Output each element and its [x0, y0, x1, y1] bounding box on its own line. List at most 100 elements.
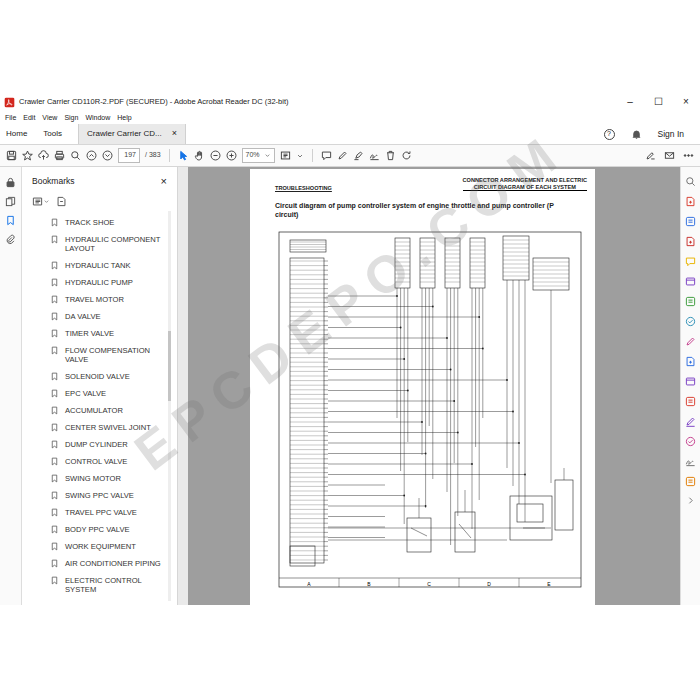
bookmark-item[interactable]: ELECTRIC CONTROL SYSTEM [50, 572, 163, 598]
grid-label: A [307, 581, 311, 587]
search-icon[interactable] [70, 150, 81, 161]
bookmark-item[interactable]: DUMP CYLINDER [50, 436, 163, 453]
sign-in-button[interactable]: Sign In [658, 128, 684, 141]
upload-icon[interactable] [38, 150, 49, 161]
zoom-in-icon[interactable] [226, 150, 237, 161]
select-arrow-icon[interactable] [178, 150, 189, 161]
page-up-icon[interactable] [86, 150, 97, 161]
bookmark-label: EPC VALVE [65, 389, 106, 398]
tool-shortcut-icon[interactable] [685, 276, 696, 287]
bookmark-item[interactable]: DA VALVE [50, 308, 163, 325]
bookmark-tag-icon[interactable] [56, 196, 67, 207]
bookmarks-header: Bookmarks× [22, 167, 177, 192]
close-panel-button[interactable]: × [161, 173, 167, 190]
hand-icon[interactable] [194, 150, 205, 161]
print-icon[interactable] [54, 150, 65, 161]
menu-item[interactable]: File [5, 113, 16, 124]
tab-close-button[interactable]: × [172, 127, 177, 141]
tab-bar: HomeTools Crawler Carrier CD...×? Sign In [0, 124, 700, 145]
zoom-out-icon[interactable] [210, 150, 221, 161]
share-icon[interactable] [645, 150, 656, 161]
acrobat-window: Crawler Carrier CD110R-2.PDF (SECURED) -… [0, 92, 700, 605]
grid-label: B [367, 581, 371, 587]
tool-shortcut-icon[interactable] [685, 236, 696, 247]
save-icon[interactable] [6, 150, 17, 161]
bookmark-item[interactable]: TRAVEL PPC VALVE [50, 504, 163, 521]
menu-item[interactable]: Edit [23, 113, 35, 124]
bookmark-item[interactable]: TRACK SHOE [50, 214, 163, 231]
bookmark-item[interactable]: BODY PPC VALVE [50, 521, 163, 538]
star-icon[interactable] [22, 150, 33, 161]
bookmark-item[interactable]: AIR CONDITIONER PIPING [50, 555, 163, 572]
tool-shortcut-icon[interactable] [685, 176, 696, 187]
bookmark-item[interactable]: EPC VALVE [50, 385, 163, 402]
bookmark-item[interactable]: CONTROL VALVE [50, 453, 163, 470]
close-button[interactable]: × [672, 92, 700, 112]
rotate-icon[interactable] [401, 150, 412, 161]
mail-icon[interactable] [664, 150, 675, 161]
attachments-icon[interactable] [5, 234, 16, 245]
bookmark-item[interactable]: HYDRAULIC PUMP [50, 274, 163, 291]
tool-shortcut-icon[interactable] [685, 376, 696, 387]
bookmark-item[interactable]: HYDRAULIC COMPONENT LAYOUT [50, 231, 163, 257]
menu-item[interactable]: Window [85, 113, 110, 124]
tool-shortcut-icon[interactable] [685, 476, 696, 487]
tool-shortcut-icon[interactable] [685, 196, 696, 207]
panel-splitter[interactable] [178, 167, 188, 605]
tool-shortcut-icon[interactable] [685, 356, 696, 367]
bookmark-item[interactable]: CENTER SWIVEL JOINT [50, 419, 163, 436]
bookmark-ribbon-icon [50, 576, 59, 585]
menu-item[interactable]: Help [117, 113, 131, 124]
scrollbar[interactable] [168, 211, 171, 601]
tool-shortcut-icon[interactable] [685, 436, 696, 447]
lock-icon[interactable] [5, 177, 16, 188]
comment-icon[interactable] [321, 150, 332, 161]
sign-icon[interactable] [369, 150, 380, 161]
tool-shortcut-icon[interactable] [685, 216, 696, 227]
scroll-mode-icon[interactable] [296, 152, 304, 160]
tool-shortcut-icon[interactable] [685, 316, 696, 327]
bookmarks-icon[interactable] [5, 215, 16, 226]
bookmark-ribbon-icon [50, 423, 59, 432]
bookmark-item[interactable]: ACCUMULATOR [50, 402, 163, 419]
zoom-field[interactable]: 70% [242, 148, 275, 163]
more-icon[interactable] [683, 150, 694, 161]
expand-chevron-icon[interactable] [686, 496, 695, 505]
maximize-button[interactable]: ☐ [644, 92, 672, 112]
page-thumbnails-icon[interactable] [5, 196, 16, 207]
page-down-icon[interactable] [102, 150, 113, 161]
grid-label: C [427, 581, 431, 587]
fit-page-icon[interactable] [280, 150, 291, 161]
bookmark-item[interactable]: TIMER VALVE [50, 325, 163, 342]
tool-shortcut-icon[interactable] [685, 416, 696, 427]
page-number-field[interactable]: 197 [118, 148, 140, 163]
bookmark-item[interactable]: WORK EQUIPMENT [50, 538, 163, 555]
bell-icon[interactable] [631, 129, 642, 140]
tool-shortcut-icon[interactable] [685, 336, 696, 347]
tool-shortcut-icon[interactable] [685, 296, 696, 307]
menu-item[interactable]: Sign [64, 113, 78, 124]
options-button[interactable] [32, 196, 50, 207]
pen-icon[interactable] [337, 150, 348, 161]
bookmark-item[interactable]: FLOW COMPENSATION VALVE [50, 342, 163, 368]
tab[interactable]: Tools [35, 124, 70, 144]
trash-icon[interactable] [385, 150, 396, 161]
menu-item[interactable]: View [42, 113, 57, 124]
minimize-button[interactable]: – [616, 92, 644, 112]
toolbar-separator [169, 149, 170, 162]
scroll-thumb[interactable] [168, 331, 171, 401]
bookmark-item[interactable]: TRAVEL MOTOR [50, 291, 163, 308]
tab[interactable]: Home [0, 124, 35, 144]
bookmark-item[interactable]: SWING PPC VALVE [50, 487, 163, 504]
tool-shortcut-icon[interactable] [685, 256, 696, 267]
bookmark-label: SWING PPC VALVE [65, 491, 134, 500]
help-button[interactable]: ? [604, 129, 615, 140]
bookmark-item[interactable]: SWING MOTOR [50, 470, 163, 487]
bookmark-ribbon-icon [50, 312, 59, 321]
tool-shortcut-icon[interactable] [685, 396, 696, 407]
tab[interactable]: Crawler Carrier CD...× [78, 124, 186, 144]
bookmark-item[interactable]: SOLENOID VALVE [50, 368, 163, 385]
tool-shortcut-icon[interactable] [685, 456, 696, 467]
bookmark-item[interactable]: HYDRAULIC TANK [50, 257, 163, 274]
highlight-icon[interactable] [353, 150, 364, 161]
